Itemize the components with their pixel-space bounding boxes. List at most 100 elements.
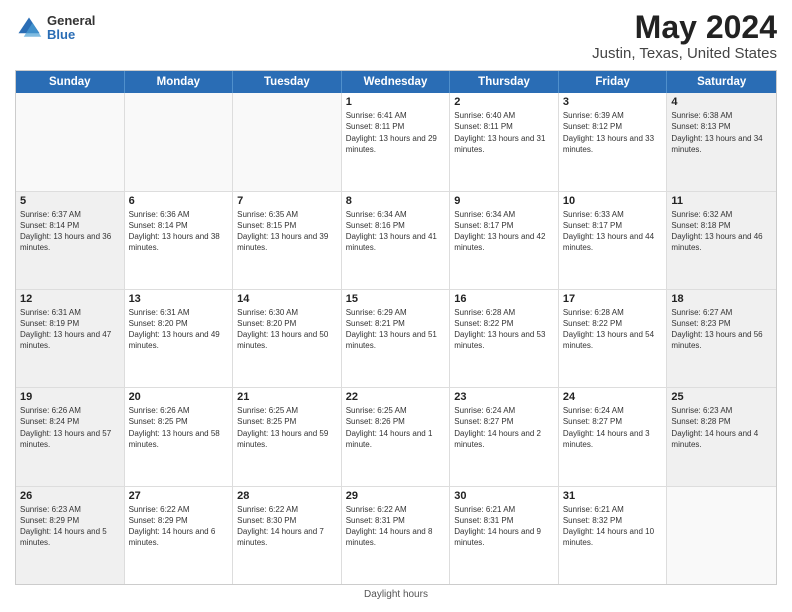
day-number: 7: [237, 195, 337, 207]
day-info: Sunrise: 6:31 AMSunset: 8:20 PMDaylight:…: [129, 307, 229, 352]
day-info: Sunrise: 6:21 AMSunset: 8:31 PMDaylight:…: [454, 504, 554, 549]
calendar-cell: 29 Sunrise: 6:22 AMSunset: 8:31 PMDayligh…: [342, 487, 451, 584]
calendar-cell: 19 Sunrise: 6:26 AMSunset: 8:24 PMDayligh…: [16, 388, 125, 485]
calendar-cell: 6Sunrise: 6:36 AMSunset: 8:14 PMDaylight…: [125, 192, 234, 289]
day-info: Sunrise: 6:41 AMSunset: 8:11 PMDaylight:…: [346, 110, 446, 155]
calendar-cell: 16 Sunrise: 6:28 AMSunset: 8:22 PMDayligh…: [450, 290, 559, 387]
day-number: 2: [454, 96, 554, 108]
calendar-cell: 15 Sunrise: 6:29 AMSunset: 8:21 PMDayligh…: [342, 290, 451, 387]
calendar-cell: 22Sunrise: 6:25 AMSunset: 8:26 PMDayligh…: [342, 388, 451, 485]
day-number: 19: [20, 391, 120, 403]
logo-text: General Blue: [47, 14, 95, 43]
day-info: Sunrise: 6:24 AMSunset: 8:27 PMDaylight:…: [454, 405, 554, 450]
day-number: 3: [563, 96, 663, 108]
calendar-cell: 2 Sunrise: 6:40 AMSunset: 8:11 PMDaylight…: [450, 93, 559, 190]
day-info: Sunrise: 6:28 AMSunset: 8:22 PMDaylight:…: [454, 307, 554, 352]
calendar-cell: 23 Sunrise: 6:24 AMSunset: 8:27 PMDayligh…: [450, 388, 559, 485]
calendar-header-row: SundayMondayTuesdayWednesdayThursdayFrid…: [16, 71, 776, 93]
page-title: May 2024: [592, 10, 777, 45]
day-number: 18: [671, 293, 772, 305]
calendar-cell: [125, 93, 234, 190]
day-info: Sunrise: 6:31 AMSunset: 8:19 PMDaylight:…: [20, 307, 120, 352]
day-number: 20: [129, 391, 229, 403]
day-number: 31: [563, 490, 663, 502]
day-info: Sunrise: 6:29 AMSunset: 8:21 PMDaylight:…: [346, 307, 446, 352]
calendar-cell: 13 Sunrise: 6:31 AMSunset: 8:20 PMDayligh…: [125, 290, 234, 387]
day-number: 29: [346, 490, 446, 502]
calendar-week: 1Sunrise: 6:41 AMSunset: 8:11 PMDaylight…: [16, 93, 776, 191]
calendar-cell: 8 Sunrise: 6:34 AMSunset: 8:16 PMDaylight…: [342, 192, 451, 289]
footer-note-text: Daylight hours: [364, 589, 428, 600]
day-info: Sunrise: 6:22 AMSunset: 8:30 PMDaylight:…: [237, 504, 337, 549]
calendar-header-day: Friday: [559, 71, 668, 93]
title-block: May 2024 Justin, Texas, United States: [592, 10, 777, 62]
page-subtitle: Justin, Texas, United States: [592, 45, 777, 62]
day-number: 14: [237, 293, 337, 305]
day-number: 24: [563, 391, 663, 403]
day-number: 11: [671, 195, 772, 207]
day-number: 23: [454, 391, 554, 403]
day-number: 28: [237, 490, 337, 502]
calendar-cell: 12Sunrise: 6:31 AMSunset: 8:19 PMDayligh…: [16, 290, 125, 387]
calendar-header-day: Monday: [125, 71, 234, 93]
day-info: Sunrise: 6:26 AMSunset: 8:25 PMDaylight:…: [129, 405, 229, 450]
calendar-cell: 11 Sunrise: 6:32 AMSunset: 8:18 PMDayligh…: [667, 192, 776, 289]
day-number: 15: [346, 293, 446, 305]
day-number: 9: [454, 195, 554, 207]
calendar-header-day: Wednesday: [342, 71, 451, 93]
day-info: Sunrise: 6:22 AMSunset: 8:29 PMDaylight:…: [129, 504, 229, 549]
day-info: Sunrise: 6:40 AMSunset: 8:11 PMDaylight:…: [454, 110, 554, 155]
day-number: 13: [129, 293, 229, 305]
day-info: Sunrise: 6:25 AMSunset: 8:26 PMDaylight:…: [346, 405, 446, 450]
day-info: Sunrise: 6:27 AMSunset: 8:23 PMDaylight:…: [671, 307, 772, 352]
footer-note: Daylight hours: [15, 585, 777, 602]
day-info: Sunrise: 6:26 AMSunset: 8:24 PMDaylight:…: [20, 405, 120, 450]
calendar: SundayMondayTuesdayWednesdayThursdayFrid…: [15, 70, 777, 585]
day-info: Sunrise: 6:39 AMSunset: 8:12 PMDaylight:…: [563, 110, 663, 155]
day-number: 10: [563, 195, 663, 207]
day-number: 25: [671, 391, 772, 403]
day-info: Sunrise: 6:22 AMSunset: 8:31 PMDaylight:…: [346, 504, 446, 549]
calendar-cell: 31Sunrise: 6:21 AMSunset: 8:32 PMDayligh…: [559, 487, 668, 584]
calendar-week: 12Sunrise: 6:31 AMSunset: 8:19 PMDayligh…: [16, 290, 776, 388]
day-info: Sunrise: 6:25 AMSunset: 8:25 PMDaylight:…: [237, 405, 337, 450]
calendar-header-day: Tuesday: [233, 71, 342, 93]
calendar-cell: [16, 93, 125, 190]
calendar-cell: 5Sunrise: 6:37 AMSunset: 8:14 PMDaylight…: [16, 192, 125, 289]
logo: General Blue: [15, 14, 95, 43]
page: General Blue May 2024 Justin, Texas, Uni…: [0, 0, 792, 612]
logo-line1: General: [47, 14, 95, 28]
day-info: Sunrise: 6:28 AMSunset: 8:22 PMDaylight:…: [563, 307, 663, 352]
day-info: Sunrise: 6:23 AMSunset: 8:28 PMDaylight:…: [671, 405, 772, 450]
day-number: 5: [20, 195, 120, 207]
day-info: Sunrise: 6:35 AMSunset: 8:15 PMDaylight:…: [237, 209, 337, 254]
day-number: 6: [129, 195, 229, 207]
calendar-week: 26Sunrise: 6:23 AMSunset: 8:29 PMDayligh…: [16, 487, 776, 584]
calendar-cell: 17 Sunrise: 6:28 AMSunset: 8:22 PMDayligh…: [559, 290, 668, 387]
calendar-cell: 3 Sunrise: 6:39 AMSunset: 8:12 PMDaylight…: [559, 93, 668, 190]
day-info: Sunrise: 6:23 AMSunset: 8:29 PMDaylight:…: [20, 504, 120, 549]
calendar-cell: 28 Sunrise: 6:22 AMSunset: 8:30 PMDayligh…: [233, 487, 342, 584]
calendar-cell: [233, 93, 342, 190]
calendar-cell: 20 Sunrise: 6:26 AMSunset: 8:25 PMDayligh…: [125, 388, 234, 485]
day-number: 21: [237, 391, 337, 403]
calendar-cell: 21 Sunrise: 6:25 AMSunset: 8:25 PMDayligh…: [233, 388, 342, 485]
day-number: 17: [563, 293, 663, 305]
calendar-cell: 30 Sunrise: 6:21 AMSunset: 8:31 PMDayligh…: [450, 487, 559, 584]
calendar-cell: 25 Sunrise: 6:23 AMSunset: 8:28 PMDayligh…: [667, 388, 776, 485]
day-number: 8: [346, 195, 446, 207]
logo-line2: Blue: [47, 28, 95, 42]
calendar-cell: 1Sunrise: 6:41 AMSunset: 8:11 PMDaylight…: [342, 93, 451, 190]
calendar-cell: 9 Sunrise: 6:34 AMSunset: 8:17 PMDaylight…: [450, 192, 559, 289]
day-number: 30: [454, 490, 554, 502]
calendar-cell: 24 Sunrise: 6:24 AMSunset: 8:27 PMDayligh…: [559, 388, 668, 485]
calendar-header-day: Saturday: [667, 71, 776, 93]
day-info: Sunrise: 6:34 AMSunset: 8:17 PMDaylight:…: [454, 209, 554, 254]
day-info: Sunrise: 6:34 AMSunset: 8:16 PMDaylight:…: [346, 209, 446, 254]
calendar-header-day: Thursday: [450, 71, 559, 93]
day-info: Sunrise: 6:24 AMSunset: 8:27 PMDaylight:…: [563, 405, 663, 450]
day-info: Sunrise: 6:32 AMSunset: 8:18 PMDaylight:…: [671, 209, 772, 254]
day-info: Sunrise: 6:38 AMSunset: 8:13 PMDaylight:…: [671, 110, 772, 155]
calendar-cell: 27Sunrise: 6:22 AMSunset: 8:29 PMDayligh…: [125, 487, 234, 584]
day-number: 16: [454, 293, 554, 305]
